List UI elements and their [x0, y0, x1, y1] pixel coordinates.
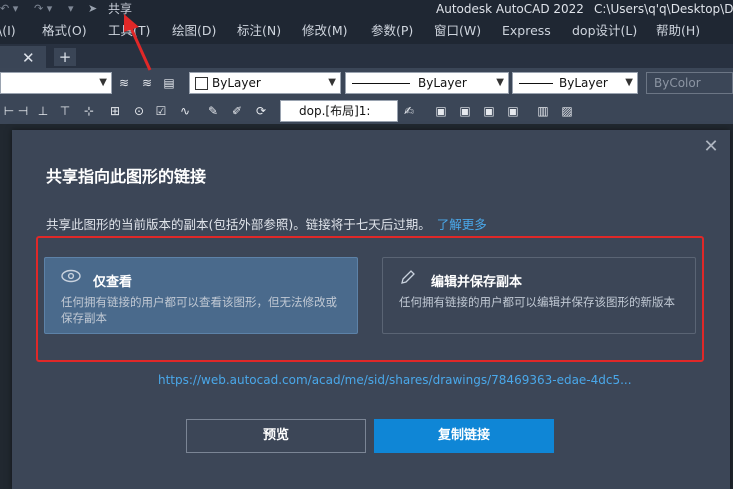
- linetype-value: ByLayer: [418, 76, 467, 90]
- chevron-down-icon: ▼: [496, 77, 504, 88]
- dim-tolerance-icon[interactable]: ⊞: [106, 102, 124, 120]
- layout-icon-3[interactable]: ▣: [480, 102, 498, 120]
- dim-continue-icon[interactable]: ⊥: [34, 102, 52, 120]
- file-tab[interactable]: ✕: [0, 46, 46, 68]
- color-swatch-icon: [195, 77, 208, 90]
- lineweight-dropdown[interactable]: ByLayer ▼: [512, 72, 638, 94]
- view-only-title: 仅查看: [93, 275, 133, 290]
- chevron-down-icon: ▼: [328, 77, 336, 88]
- layout-icon-4[interactable]: ▣: [504, 102, 522, 120]
- dim-update-icon[interactable]: ⟳: [252, 102, 270, 120]
- linetype-preview-icon: [352, 83, 410, 84]
- menu-insert[interactable]: \(I): [0, 18, 16, 44]
- share-url-link[interactable]: https://web.autocad.com/acad/me/sid/shar…: [158, 373, 632, 387]
- menu-window[interactable]: 窗口(W): [434, 18, 481, 44]
- dim-text-edit-icon[interactable]: ✐: [228, 102, 246, 120]
- dim-inspect-icon[interactable]: ☑: [152, 102, 170, 120]
- chevron-down-icon: ▼: [625, 77, 633, 88]
- layout-icon-1[interactable]: ▣: [432, 102, 450, 120]
- edit-and-save-title: 编辑并保存副本: [431, 275, 523, 290]
- close-button[interactable]: ✕: [702, 138, 720, 156]
- layer-previous-icon[interactable]: ▤: [160, 74, 178, 92]
- menu-parametric[interactable]: 参数(P): [371, 18, 413, 44]
- color-value: ByLayer: [212, 76, 261, 90]
- close-tab-icon[interactable]: ✕: [22, 49, 35, 67]
- dim-jog-icon[interactable]: ⊹: [80, 102, 98, 120]
- eye-icon: [61, 268, 81, 287]
- dimension-toolbar: ⊢ ⊣ ⊥ ⊤ ⊹ ⊞ ⊙ ☑ ∿ ✎ ✐ ⟳ dop.[布局]1: ✍ ▣ ▣…: [0, 98, 733, 124]
- menu-help[interactable]: 帮助(H): [656, 18, 700, 44]
- lineweight-value: ByLayer: [559, 76, 608, 90]
- dialog-title: 共享指向此图形的链接: [46, 167, 207, 186]
- dim-style-value: dop.[布局]1:: [299, 104, 371, 118]
- customize-dropdown-icon[interactable]: ▾: [68, 0, 74, 18]
- file-path: C:\Users\q'q\Desktop\D: [594, 2, 733, 16]
- title-bar: ↶ ▾ ↷ ▾ ▾ ➤ 共享 Autodesk AutoCAD 2022 C:\…: [0, 0, 733, 18]
- linetype-dropdown[interactable]: ByLayer ▼: [345, 72, 509, 94]
- menu-dop-design[interactable]: dop设计(L): [572, 18, 637, 44]
- dim-jogged-linear-icon[interactable]: ∿: [176, 102, 194, 120]
- dim-baseline-icon[interactable]: ⊣: [14, 102, 32, 120]
- layout-icon-5[interactable]: ▥: [534, 102, 552, 120]
- color-dropdown[interactable]: ByLayer ▼: [189, 72, 341, 94]
- menu-modify[interactable]: 修改(M): [302, 18, 348, 44]
- menu-draw[interactable]: 绘图(D): [172, 18, 216, 44]
- menu-bar: \(I) 格式(O) 工具(T) 绘图(D) 标注(N) 修改(M) 参数(P)…: [0, 18, 733, 44]
- pencil-icon: [399, 268, 417, 290]
- redo-icon[interactable]: ↷ ▾: [34, 0, 52, 18]
- learn-more-link[interactable]: 了解更多: [437, 217, 487, 232]
- description-text: 共享此图形的当前版本的副本(包括外部参照)。链接将于七天后过期。: [46, 217, 431, 232]
- dialog-description: 共享此图形的当前版本的副本(包括外部参照)。链接将于七天后过期。 了解更多: [46, 214, 487, 233]
- layer-make-current-icon[interactable]: ≋: [115, 74, 133, 92]
- menu-dimension[interactable]: 标注(N): [237, 18, 281, 44]
- dim-ordinate-icon[interactable]: ⊤: [56, 102, 74, 120]
- layer-dropdown[interactable]: ▼: [0, 72, 112, 94]
- menu-tools[interactable]: 工具(T): [108, 18, 150, 44]
- chevron-down-icon: ▼: [99, 77, 107, 88]
- properties-toolbar: ▼ ≋ ≋ ▤ ByLayer ▼ ByLayer ▼ ByLayer ▼ By…: [0, 68, 733, 98]
- share-link-dialog: ✕ 共享指向此图形的链接 共享此图形的当前版本的副本(包括外部参照)。链接将于七…: [12, 130, 730, 489]
- menu-express[interactable]: Express: [502, 18, 551, 44]
- preview-button[interactable]: 预览: [186, 419, 366, 453]
- file-tab-strip: ✕ +: [0, 44, 733, 68]
- share-icon[interactable]: ➤: [88, 0, 97, 18]
- dim-style-manager-icon[interactable]: ✍: [400, 102, 418, 120]
- plot-style-dropdown[interactable]: ByColor: [646, 72, 733, 94]
- copy-link-button[interactable]: 复制链接: [374, 419, 554, 453]
- edit-and-save-description: 任何拥有链接的用户都可以编辑并保存该图形的新版本: [399, 295, 675, 309]
- layer-match-icon[interactable]: ≋: [138, 74, 156, 92]
- menu-format[interactable]: 格式(O): [42, 18, 87, 44]
- dim-edit-icon[interactable]: ✎: [204, 102, 222, 120]
- lineweight-preview-icon: [519, 83, 553, 84]
- edit-and-save-option[interactable]: 编辑并保存副本 任何拥有链接的用户都可以编辑并保存该图形的新版本: [382, 257, 696, 334]
- dim-center-mark-icon[interactable]: ⊙: [130, 102, 148, 120]
- view-only-option[interactable]: 仅查看 任何拥有链接的用户都可以查看该图形，但无法修改或保存副本: [44, 257, 358, 334]
- share-button[interactable]: 共享: [108, 0, 132, 18]
- view-only-description: 任何拥有链接的用户都可以查看该图形，但无法修改或保存副本: [61, 295, 337, 325]
- layout-icon-6[interactable]: ▨: [558, 102, 576, 120]
- layout-icon-2[interactable]: ▣: [456, 102, 474, 120]
- undo-icon[interactable]: ↶ ▾: [0, 0, 18, 18]
- new-tab-button[interactable]: +: [54, 48, 76, 66]
- app-title: Autodesk AutoCAD 2022: [436, 2, 584, 16]
- dim-style-dropdown[interactable]: dop.[布局]1:: [280, 100, 398, 122]
